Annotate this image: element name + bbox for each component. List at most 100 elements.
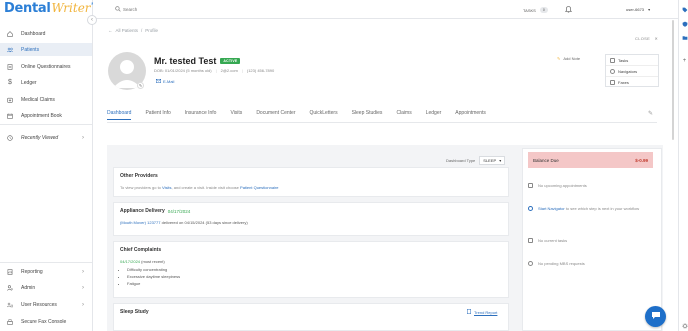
card-title: Other Providers — [120, 173, 158, 179]
sidebar-item-medical-claims[interactable]: Medical Claims — [0, 93, 92, 106]
tab-sleep-studies[interactable]: Sleep Studies — [352, 110, 383, 120]
mbs-text: No pending MBS requests — [538, 261, 585, 266]
tab-claims[interactable]: Claims — [396, 110, 411, 120]
balance-due[interactable]: Balance Due $-0.99 — [528, 152, 653, 168]
sidebar-item-ledger[interactable]: $ Ledger — [0, 76, 92, 89]
sidebar-item-label: Ledger — [21, 79, 37, 86]
sidebar-item-admin[interactable]: Admin › — [0, 281, 92, 294]
chevron-right-icon: › — [82, 268, 84, 275]
menu-item-label: Faxes — [618, 80, 629, 85]
sidebar-item-appointment-book[interactable]: Appointment Book — [0, 109, 92, 122]
menu-item-faxes[interactable]: Faxes — [606, 77, 658, 88]
menu-item-tasks[interactable]: Tasks — [606, 55, 658, 66]
card-title: Sleep Study — [120, 309, 149, 315]
plus-icon[interactable]: + — [681, 57, 688, 64]
scrollbar-thumb[interactable] — [672, 20, 674, 140]
sidebar-item-user-resources[interactable]: User Resources › — [0, 298, 92, 311]
user-menu[interactable]: user-6673 ▾ — [626, 7, 650, 12]
chief-complaints-card: Chief Complaints 04/17/2024 (most recent… — [113, 241, 509, 298]
meta-separator: | — [241, 68, 243, 73]
questionnaire-icon — [7, 63, 13, 70]
add-note-label: Add Note — [563, 56, 581, 61]
tab-dashboard[interactable]: Dashboard — [107, 110, 132, 120]
bell-icon[interactable] — [564, 5, 573, 15]
sidebar: Dental Writer PLUS Dashboard Patients On… — [0, 0, 102, 331]
mbs-requests: No pending MBS requests — [528, 261, 654, 266]
menu-item-navigators[interactable]: Navigators — [606, 66, 658, 77]
sidebar-item-patients[interactable]: Patients — [0, 43, 92, 56]
sidebar-item-dashboard[interactable]: Dashboard — [0, 27, 92, 40]
pencil-icon[interactable]: ✎ — [648, 110, 653, 117]
appointments-text: No upcoming appointments — [538, 183, 587, 188]
tab-document-center[interactable]: Document Center — [256, 110, 295, 120]
breadcrumb-all-patients[interactable]: All Patients — [116, 28, 139, 33]
navigator-text-wrap: Start Navigator to see which step is nex… — [538, 206, 639, 211]
tab-insurance-info[interactable]: Insurance Info — [185, 110, 217, 120]
card-title: Chief Complaints — [120, 247, 162, 253]
sidebar-collapse-button[interactable]: ‹ — [87, 15, 97, 25]
back-arrow-icon[interactable]: ← — [108, 28, 113, 33]
patient-meta: DOB: 01/01/2024 (5 months old) | 2@2.com… — [154, 68, 274, 73]
chat-button[interactable] — [645, 306, 666, 327]
logo-text-script: Writer — [51, 1, 91, 15]
close-button[interactable]: CLOSE ✕ — [635, 36, 658, 41]
page-scrollbar[interactable] — [671, 20, 675, 331]
dashboard-type-label: Dashboard Type — [446, 158, 476, 163]
shield-icon[interactable] — [681, 20, 688, 27]
sidebar-item-questionnaires[interactable]: Online Questionnaires — [0, 60, 92, 73]
resources-icon — [7, 302, 13, 308]
sidebar-item-fax-console[interactable]: Secure Fax Console — [0, 315, 92, 328]
list-item: Fatigue — [127, 281, 508, 286]
trend-report-link[interactable]: Trend Report — [467, 309, 497, 315]
avatar-edit-button[interactable]: ✎ — [137, 82, 144, 89]
tasks-text: No current tasks — [538, 238, 568, 243]
menu-item-label: Navigators — [618, 68, 638, 74]
search-input[interactable] — [123, 5, 243, 14]
delivered-date: 04/15/2024 (53 days since delivery) — [184, 220, 248, 225]
add-note-button[interactable]: ✎ Add Note — [557, 56, 580, 61]
patient-name-row: Mr. tested Test ACTIVE — [154, 56, 241, 66]
email-button[interactable]: E-Mail — [156, 79, 174, 84]
breadcrumb: ← All Patients / Profile — [108, 28, 158, 33]
calendar-icon — [528, 183, 533, 188]
tab-patient-info[interactable]: Patient Info — [145, 110, 170, 120]
chevron-down-icon: ▾ — [648, 7, 651, 12]
visits-link[interactable]: Visits — [162, 185, 171, 190]
tab-visits[interactable]: Visits — [230, 110, 242, 120]
tab-appointments[interactable]: Appointments — [455, 110, 486, 120]
menu-item-label: Tasks — [618, 57, 629, 63]
tab-ledger[interactable]: Ledger — [426, 110, 442, 120]
tasks-icon — [610, 57, 615, 63]
upcoming-appointments: No upcoming appointments — [528, 183, 654, 188]
tag-icon[interactable] — [681, 6, 688, 13]
patient-phone: (123) 456-7890 — [246, 68, 275, 73]
dashboard-type-select[interactable]: SLEEP ▾ — [479, 156, 506, 165]
patient-side-menu: Tasks Navigators Faxes — [605, 54, 659, 87]
start-navigator-link[interactable]: Start Navigator — [538, 206, 565, 211]
tab-quickletters[interactable]: QuickLetters — [310, 110, 338, 120]
sidebar-item-recently-viewed[interactable]: Recently Viewed › — [0, 131, 92, 144]
questionnaire-link[interactable]: Patient Questionnaire — [240, 185, 278, 190]
home-icon — [7, 30, 13, 37]
fax-icon — [610, 80, 615, 85]
complaints-note: (most recent) — [141, 259, 165, 264]
search-icon — [115, 6, 121, 14]
gear-icon[interactable] — [681, 322, 688, 329]
appliance-link[interactable]: (Mouth Mover) 123777 — [120, 220, 160, 225]
close-icon: ✕ — [654, 36, 659, 41]
clock-icon — [7, 134, 13, 141]
complaints-date: 04/17/2024 — [120, 259, 141, 264]
sidebar-item-reporting[interactable]: Reporting › — [0, 265, 92, 278]
tasks-button[interactable]: TASKS 0 — [523, 7, 548, 13]
sidebar-item-label: Admin — [21, 284, 36, 291]
tasks-label: TASKS — [523, 7, 536, 13]
text-fragment: delivered on — [161, 220, 184, 225]
chevron-right-icon: › — [82, 284, 84, 291]
trend-report-label: Trend Report — [474, 309, 498, 315]
folder-icon[interactable] — [681, 34, 688, 41]
patient-name: Mr. tested Test — [154, 56, 217, 66]
card-title: Appliance Delivery — [120, 208, 165, 214]
chevron-right-icon: › — [82, 301, 84, 308]
app-logo[interactable]: Dental Writer PLUS — [4, 1, 102, 17]
current-tasks: No current tasks — [528, 238, 654, 243]
